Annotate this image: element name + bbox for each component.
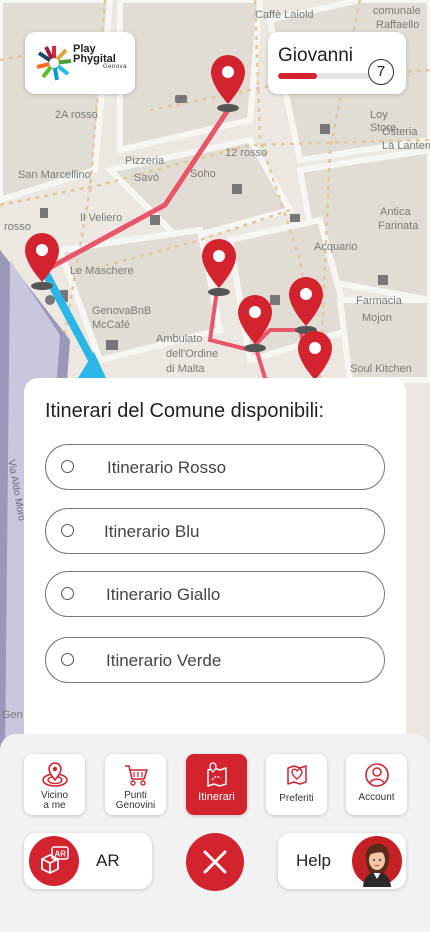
- cart-icon: [125, 765, 148, 786]
- map-label: Savò: [134, 172, 159, 184]
- logo-text: Play Phygital Genova: [73, 44, 127, 72]
- map-label: Osteria: [382, 126, 418, 138]
- map-label: Farinata: [378, 220, 419, 232]
- map-label: Gen: [2, 709, 23, 721]
- map-label: McCafé: [92, 319, 130, 331]
- nav-vicino-a-me[interactable]: Vicino a me: [24, 754, 85, 815]
- heart-map-icon: [287, 765, 307, 785]
- map-label: La Lantern: [382, 140, 430, 152]
- route-map-icon: [207, 762, 227, 787]
- map-label: rosso: [4, 221, 31, 233]
- user-name: Giovanni: [278, 45, 353, 66]
- map-label: Acquario: [314, 241, 357, 253]
- radio-button[interactable]: [61, 524, 74, 537]
- map-label: Raffaello: [376, 19, 419, 31]
- map-label: 2A rosso: [55, 109, 98, 121]
- option-label: Itinerario Giallo: [106, 585, 221, 604]
- map-label: Pizzeria: [125, 155, 165, 167]
- nav-label: Itinerari: [198, 791, 235, 803]
- itinerary-option-blu[interactable]: Itinerario Blu: [45, 508, 385, 554]
- nav-label: Preferiti: [279, 793, 314, 804]
- nav-label: Genovini: [115, 800, 156, 811]
- bottom-navigation: Vicino a me Punti Genovini Itinerari Pre…: [0, 734, 430, 932]
- close-button[interactable]: [186, 833, 244, 891]
- help-label: Help: [296, 851, 331, 870]
- nav-punti-genovini[interactable]: Punti Genovini: [105, 754, 166, 815]
- assistant-avatar-icon: [352, 836, 402, 887]
- map-label: di Malta: [166, 363, 205, 375]
- nav-itinerari[interactable]: Itinerari: [186, 754, 247, 815]
- map-label: Caffè Laiold: [255, 9, 314, 21]
- option-label: Itinerario Rosso: [107, 458, 227, 477]
- xp-progress-bar: [278, 73, 370, 79]
- map-label: Il Veliero: [80, 212, 122, 224]
- map-label: Loy: [370, 109, 388, 121]
- help-button[interactable]: Help: [278, 833, 406, 889]
- nav-label: a me: [43, 800, 66, 811]
- itinerary-option-giallo[interactable]: Itinerario Giallo: [45, 571, 385, 617]
- map-label: comunale: [373, 5, 421, 17]
- map-label: Mojon: [362, 312, 392, 324]
- user-level-badge: 7: [368, 59, 394, 85]
- user-profile-card[interactable]: Giovanni 7: [268, 32, 406, 94]
- radio-button[interactable]: [61, 587, 74, 600]
- close-icon: [203, 850, 227, 874]
- map-label: San Marcellino: [18, 169, 91, 181]
- nav-account[interactable]: Account: [346, 754, 407, 815]
- itinerary-option-rosso[interactable]: Itinerario Rosso: [45, 444, 385, 490]
- map-label: dell'Ordine: [166, 348, 218, 360]
- option-label: Itinerario Verde: [106, 651, 222, 670]
- ar-label: AR: [96, 851, 120, 870]
- logo-subtitle: Genova: [103, 64, 128, 70]
- map-label: Farmacia: [356, 295, 403, 307]
- panel-title: Itinerari del Comune disponibili:: [45, 400, 325, 422]
- radio-button[interactable]: [61, 460, 74, 473]
- map-pin-icon: [42, 762, 68, 787]
- app-logo[interactable]: Play Phygital Genova: [25, 32, 135, 94]
- map-label: GenovaBnB: [92, 305, 151, 317]
- ar-cube-icon: AR: [29, 836, 79, 886]
- map-label: Soul Kitchen: [350, 363, 412, 375]
- ar-button[interactable]: AR AR: [24, 833, 152, 889]
- map-label: Antica: [380, 206, 411, 218]
- itinerary-panel: Itinerari del Comune disponibili: Itiner…: [24, 378, 406, 778]
- map-label: Le Maschere: [70, 265, 134, 277]
- user-icon: [365, 763, 389, 787]
- nav-label: Account: [358, 792, 395, 803]
- nav-preferiti[interactable]: Preferiti: [266, 754, 327, 815]
- xp-progress-fill: [278, 73, 317, 79]
- map-label: Ambulato: [156, 333, 202, 345]
- radio-button[interactable]: [61, 653, 74, 666]
- option-label: Itinerario Blu: [104, 522, 200, 541]
- map-label: Soho: [190, 168, 216, 180]
- ar-badge-text: AR: [55, 850, 67, 859]
- itinerary-option-verde[interactable]: Itinerario Verde: [45, 637, 385, 683]
- logo-mark-icon: [36, 46, 72, 81]
- map-label: 12 rosso: [225, 147, 267, 159]
